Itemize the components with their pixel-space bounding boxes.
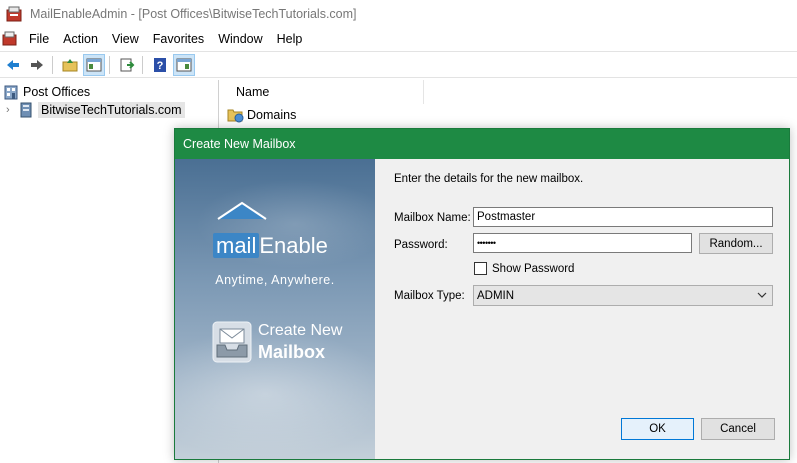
tree-item-domain[interactable]: › BitwiseTechTutorials.com <box>6 101 185 119</box>
menu-view[interactable]: View <box>105 28 146 50</box>
password-label: Password: <box>394 239 448 251</box>
help-icon[interactable]: ? <box>149 54 171 76</box>
show-hide-tree-icon[interactable] <box>83 53 105 76</box>
create-new-mailbox-dialog: Create New Mailbox mail Enable Anytime, A… <box>174 128 790 460</box>
up-folder-icon[interactable] <box>59 54 81 76</box>
brand-tagline: Anytime, Anywhere. <box>215 273 335 287</box>
mailenable-logo-text: mail Enable <box>213 233 328 259</box>
chevron-down-icon <box>757 292 767 298</box>
show-password-checkbox[interactable] <box>474 262 487 275</box>
mailbox-name-label: Mailbox Name: <box>394 212 471 224</box>
brand-enable: Enable <box>259 233 328 258</box>
show-password-label[interactable]: Show Password <box>492 263 574 275</box>
column-header-label: Name <box>236 85 270 99</box>
toolbar-separator <box>109 55 110 74</box>
list-item-label: Domains <box>247 108 297 122</box>
dialog-title: Create New Mailbox <box>183 137 296 151</box>
ok-button[interactable]: OK <box>621 418 694 440</box>
post-office-icon <box>4 85 18 100</box>
menu-bar: File Action View Favorites Window Help <box>0 28 797 50</box>
properties-icon[interactable] <box>173 53 195 76</box>
banner-heading-line1: Create New <box>258 322 343 339</box>
chevron-right-icon[interactable]: › <box>6 104 18 116</box>
export-list-icon[interactable] <box>116 54 138 76</box>
folder-globe-icon <box>227 109 244 123</box>
mmc-system-menu-icon[interactable] <box>2 31 18 47</box>
svg-text:?: ? <box>157 60 164 72</box>
menu-favorites[interactable]: Favorites <box>146 28 211 50</box>
menu-action[interactable]: Action <box>56 28 105 50</box>
menu-help[interactable]: Help <box>270 28 310 50</box>
window-title: MailEnableAdmin - [Post Offices\BitwiseT… <box>30 7 357 21</box>
menu-window[interactable]: Window <box>211 28 269 50</box>
domain-server-icon <box>20 102 32 118</box>
menu-file[interactable]: File <box>22 28 56 50</box>
mailbox-type-select[interactable]: ADMIN <box>473 285 773 306</box>
toolbar-separator <box>52 55 53 74</box>
toolbar-separator <box>142 55 143 74</box>
mailbox-form: Enter the details for the new mailbox. M… <box>375 159 789 459</box>
dialog-title-bar: Create New Mailbox <box>175 129 789 159</box>
toolbar: ? <box>0 51 797 78</box>
mailbox-type-label: Mailbox Type: <box>394 290 465 302</box>
banner-heading-line2: Mailbox <box>258 342 326 362</box>
column-header-name[interactable]: Name <box>221 80 424 104</box>
mailenable-app-icon <box>6 6 22 22</box>
list-item[interactable]: Domains <box>227 107 296 123</box>
brand-mail: mail <box>213 233 260 258</box>
window-title-bar: MailEnableAdmin - [Post Offices\BitwiseT… <box>0 0 797 28</box>
random-password-button[interactable]: Random... <box>699 233 773 254</box>
back-arrow-icon[interactable] <box>2 54 24 76</box>
dialog-banner: mail Enable Anytime, Anywhere. Create New… <box>175 159 375 459</box>
inbox-tray-icon <box>212 321 252 363</box>
dialog-instructions: Enter the details for the new mailbox. <box>394 173 584 185</box>
tree-item-label: BitwiseTechTutorials.com <box>38 102 185 118</box>
password-field[interactable]: ••••••• <box>473 233 692 253</box>
cancel-button[interactable]: Cancel <box>701 418 775 440</box>
mailbox-name-field[interactable]: Postmaster <box>473 207 773 227</box>
tree-item-post-offices[interactable]: Post Offices <box>3 83 90 101</box>
tree-item-label: Post Offices <box>23 85 91 99</box>
mailbox-type-value: ADMIN <box>477 289 515 302</box>
forward-arrow-icon[interactable] <box>26 54 48 76</box>
